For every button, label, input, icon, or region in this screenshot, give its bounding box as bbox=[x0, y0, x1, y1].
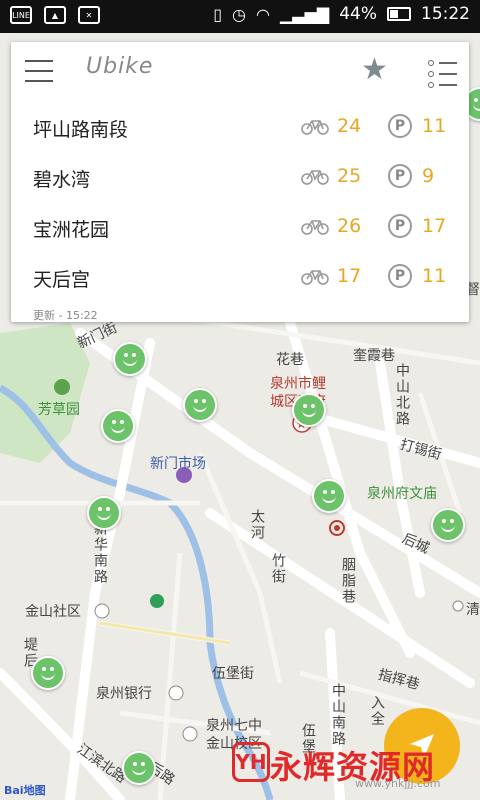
bike-station-marker[interactable] bbox=[312, 479, 346, 513]
parking-icon: P bbox=[388, 214, 412, 238]
bike-station-marker[interactable] bbox=[122, 751, 156, 785]
watermark-logo: YH bbox=[232, 742, 270, 782]
map-label: 泉州银行 bbox=[96, 686, 152, 702]
bike-icon bbox=[301, 120, 329, 135]
station-row[interactable]: 碧水湾 25 P 9 bbox=[11, 152, 469, 202]
station-row[interactable]: 天后宫 17 P 11 bbox=[11, 252, 469, 302]
available-parking: 17 bbox=[422, 215, 447, 237]
station-list-card: Ubike ★ 坪山路南段 24 P 11 碧水湾 25 P 9 宝洲花园 26… bbox=[11, 42, 469, 322]
map-label: 金山社区 bbox=[25, 604, 81, 620]
bike-station-marker[interactable] bbox=[292, 393, 326, 427]
available-parking: 11 bbox=[422, 115, 447, 137]
bike-icon bbox=[301, 220, 329, 235]
map-label: 清 bbox=[466, 602, 480, 618]
clock: 15:22 bbox=[421, 4, 470, 24]
parking-icon: P bbox=[388, 164, 412, 188]
bike-station-marker[interactable] bbox=[183, 388, 217, 422]
map-label: 泉州府文庙 bbox=[367, 486, 437, 502]
bike-station-marker[interactable] bbox=[113, 342, 147, 376]
bike-station-marker[interactable] bbox=[431, 508, 465, 542]
map-label: 芳草园 bbox=[38, 402, 80, 418]
station-row[interactable]: 宝洲花园 26 P 17 bbox=[11, 202, 469, 252]
available-bikes: 24 bbox=[337, 115, 362, 137]
available-bikes: 17 bbox=[337, 265, 362, 287]
bike-icon bbox=[301, 270, 329, 285]
alarm-icon: ◷ bbox=[232, 4, 247, 24]
available-parking: 11 bbox=[422, 265, 447, 287]
bike-station-marker[interactable] bbox=[87, 496, 121, 530]
map-label: 花巷 bbox=[276, 352, 304, 368]
bike-station-marker[interactable] bbox=[101, 409, 135, 443]
parking-icon: P bbox=[388, 114, 412, 138]
bike-station-marker[interactable] bbox=[31, 656, 65, 690]
status-bar: LINE ▲ ✕ ▯ ◷ ◠ ▁▃▅▇ 44% 15:22 bbox=[0, 0, 480, 33]
map-label: 中山南路 bbox=[330, 683, 346, 747]
station-row[interactable]: 坪山路南段 24 P 11 bbox=[11, 102, 469, 152]
station-name: 宝洲花园 bbox=[33, 219, 110, 241]
station-name: 天后宫 bbox=[33, 269, 91, 291]
map-label: 中山北路 bbox=[394, 363, 410, 427]
signal-icon: ▁▃▅▇ bbox=[279, 4, 330, 24]
map-label: 伍堡街 bbox=[212, 666, 254, 682]
baidu-map-logo: Bai地图 bbox=[4, 784, 46, 797]
vibrate-icon: ▯ bbox=[213, 4, 223, 24]
image-icon: ▲ bbox=[44, 6, 66, 24]
station-name: 碧水湾 bbox=[33, 169, 91, 191]
battery-icon bbox=[387, 7, 411, 21]
ubike-logo: Ubike bbox=[86, 54, 154, 79]
bike-icon bbox=[301, 170, 329, 185]
station-name: 坪山路南段 bbox=[33, 119, 129, 141]
map-label: 胭脂巷 bbox=[340, 557, 356, 605]
map-label: 新门市场 bbox=[150, 456, 206, 472]
map-label: 入全 bbox=[369, 695, 385, 727]
mail-icon: ✕ bbox=[78, 6, 100, 24]
map-label: 新华南路 bbox=[92, 521, 108, 585]
parking-icon: P bbox=[388, 264, 412, 288]
map-label: 泉州市鲤 bbox=[270, 376, 326, 392]
watermark-url: www.yhkjjj.com bbox=[355, 777, 441, 790]
favorite-star-icon[interactable]: ★ bbox=[361, 52, 388, 87]
map-label: 太河 bbox=[249, 509, 265, 541]
available-parking: 9 bbox=[422, 165, 435, 187]
available-bikes: 26 bbox=[337, 215, 362, 237]
list-view-button[interactable] bbox=[428, 60, 458, 88]
map-label: 泉州七中 bbox=[206, 718, 262, 734]
wifi-icon: ◠ bbox=[256, 4, 270, 24]
battery-percent: 44% bbox=[339, 4, 377, 24]
map-label: 奎霞巷 bbox=[353, 348, 395, 364]
last-updated: 更新 - 15:22 bbox=[33, 309, 98, 322]
menu-button[interactable] bbox=[25, 60, 53, 82]
map-label: 竹街 bbox=[270, 553, 286, 585]
line-app-icon: LINE bbox=[10, 6, 32, 24]
available-bikes: 25 bbox=[337, 165, 362, 187]
